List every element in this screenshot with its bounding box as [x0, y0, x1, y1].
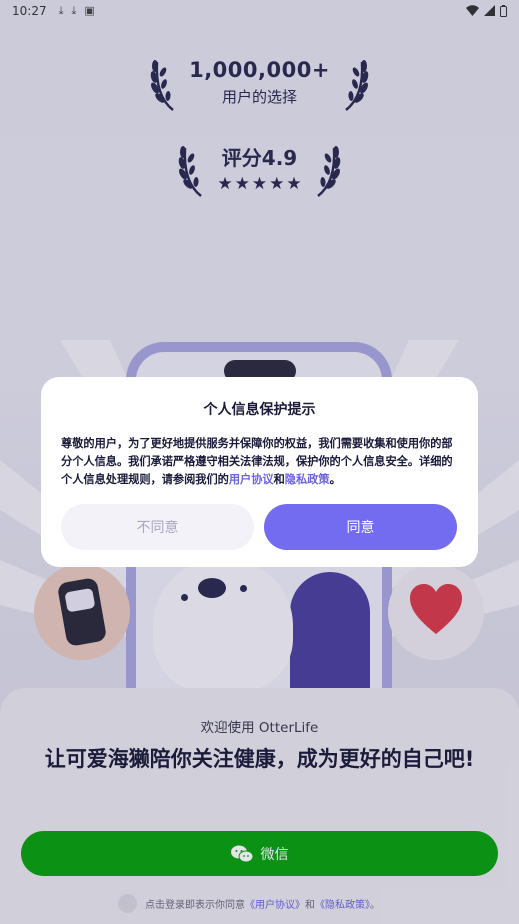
dialog-and: 和	[273, 473, 285, 486]
dialog-title: 个人信息保护提示	[203, 402, 316, 418]
disagree-button[interactable]: 不同意	[61, 504, 254, 550]
privacy-policy-link[interactable]: 隐私政策	[285, 473, 330, 486]
dialog-body: 尊敬的用户，为了更好地提供服务并保障你的权益，我们需要收集和使用你的部分个人信息…	[61, 435, 458, 489]
privacy-dialog: 个人信息保护提示 尊敬的用户，为了更好地提供服务并保障你的权益，我们需要收集和使…	[41, 377, 478, 567]
dialog-suffix: 。	[329, 473, 341, 486]
user-agreement-link[interactable]: 用户协议	[229, 473, 274, 486]
agree-button[interactable]: 同意	[264, 504, 457, 550]
dialog-buttons: 不同意 同意	[61, 504, 458, 550]
